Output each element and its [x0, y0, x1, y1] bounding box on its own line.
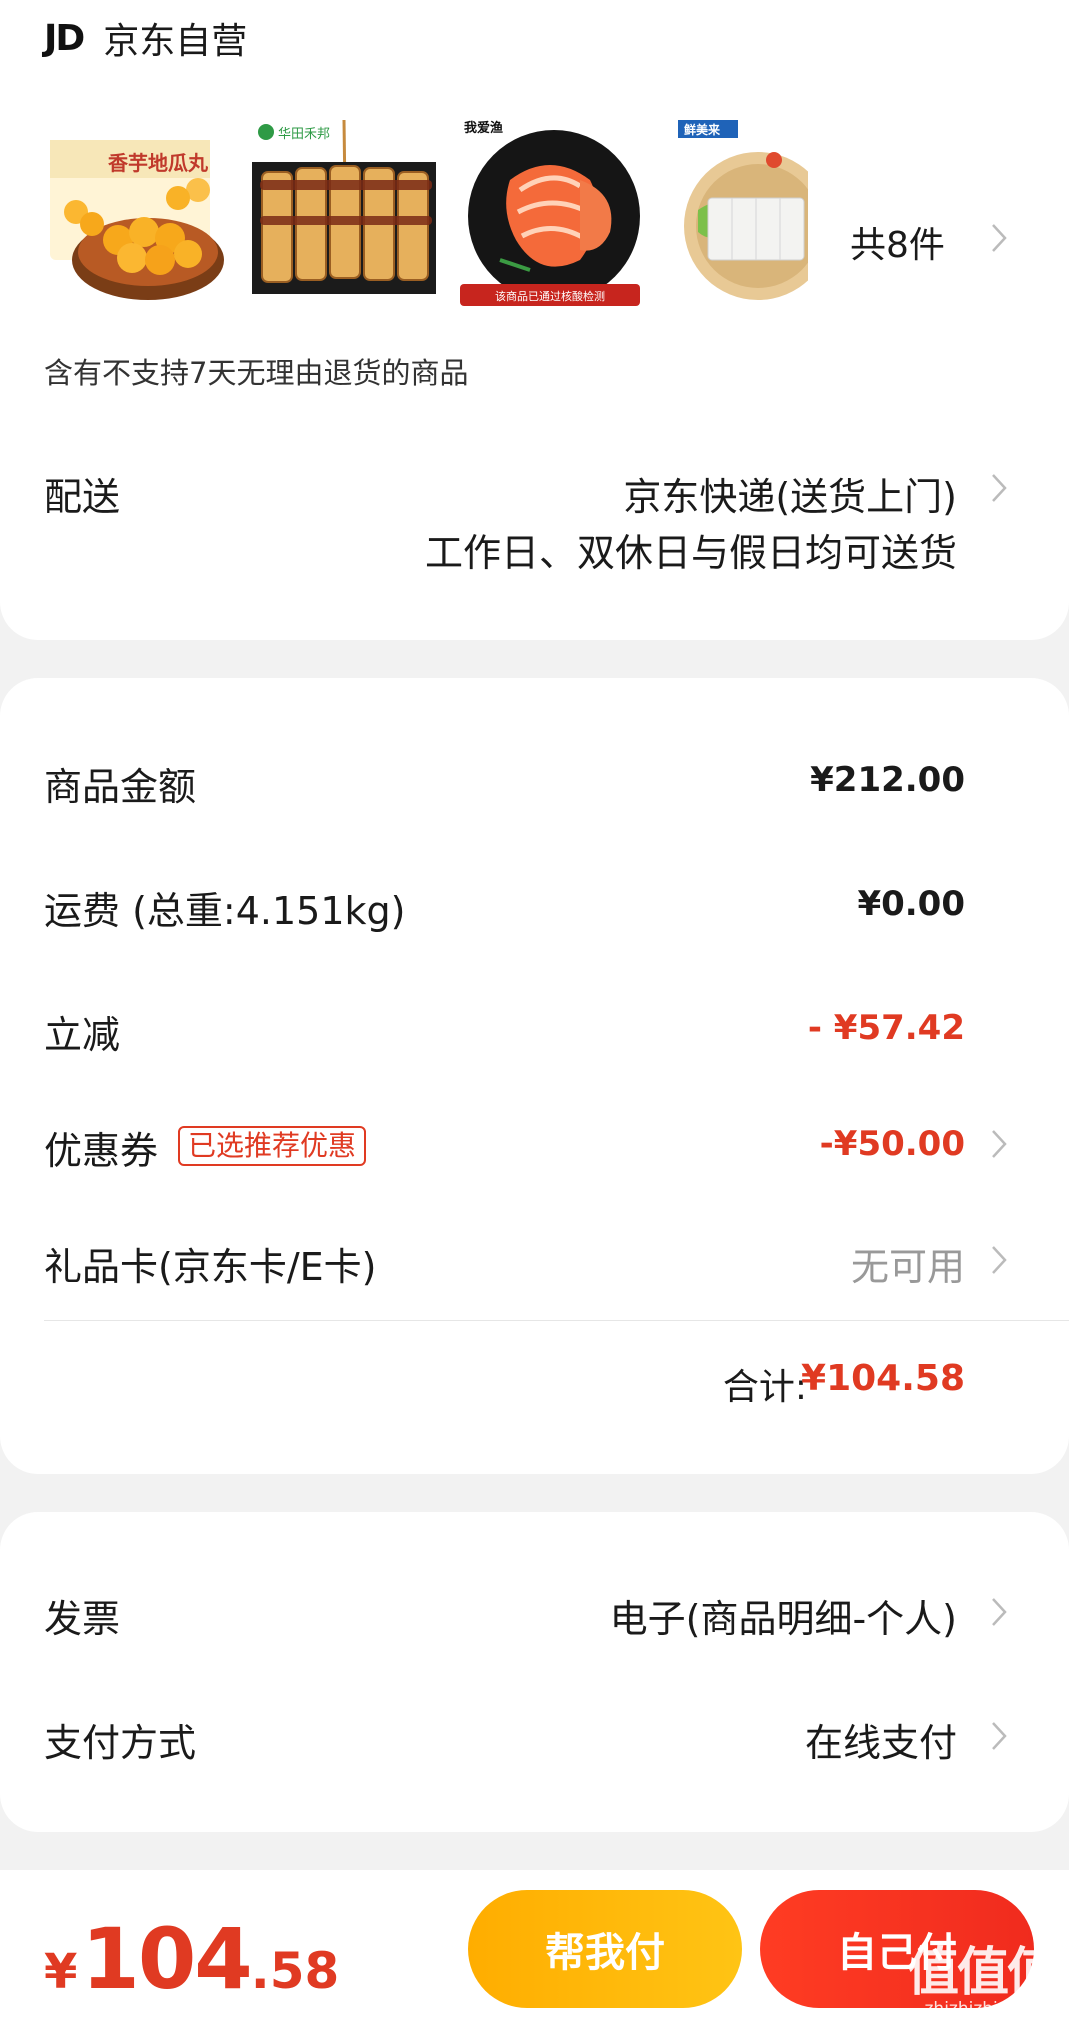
- price-decimal: .58: [250, 1942, 340, 2000]
- invoice-label[interactable]: 发票: [44, 1588, 120, 1643]
- payment-method-value[interactable]: 在线支付: [805, 1712, 957, 1767]
- chevron-right-icon[interactable]: [990, 1596, 1008, 1628]
- chevron-right-icon[interactable]: [990, 472, 1008, 504]
- store-header[interactable]: JD 京东自营: [44, 8, 247, 68]
- jd-logo: JD: [44, 17, 85, 59]
- watermark-url: zhizhizhi.com: [924, 1999, 1040, 2019]
- total-amount: ¥104.58: [801, 1358, 965, 1399]
- product-2-brand-text: 华田禾邦: [278, 127, 330, 142]
- goods-amount-value: ¥212.00: [810, 760, 965, 800]
- product-1-brand-text: 香芋地瓜丸: [108, 151, 209, 175]
- invoice-value[interactable]: 电子(商品明细-个人): [610, 1588, 957, 1643]
- product-thumb-2[interactable]: 华田禾邦: [252, 120, 442, 310]
- currency-symbol: ¥: [44, 1944, 78, 2000]
- delivery-label: 配送: [44, 475, 121, 519]
- checkout-page: JD 京东自营 香芋地瓜丸 华田禾邦 我爱渔 该商品已通过核酸检测 鲜美来 共8…: [0, 0, 1069, 2024]
- chevron-right-icon[interactable]: [990, 1128, 1008, 1160]
- goods-amount-label: 商品金额: [44, 765, 197, 809]
- item-count[interactable]: 共8件: [850, 216, 945, 268]
- chevron-right-icon[interactable]: [990, 1244, 1008, 1276]
- chevron-right-icon[interactable]: [990, 222, 1008, 254]
- payment-method-label[interactable]: 支付方式: [44, 1712, 196, 1767]
- summary-divider: [44, 1320, 1069, 1321]
- price-summary-card: 商品金额 ¥212.00 运费 (总重:4.151kg) ¥0.00 立减 - …: [0, 678, 1069, 1474]
- delivery-method[interactable]: 京东快递(送货上门): [623, 466, 957, 521]
- recommended-coupon-tag[interactable]: 已选推荐优惠: [178, 1126, 367, 1166]
- order-items-card: JD 京东自营 香芋地瓜丸 华田禾邦 我爱渔 该商品已通过核酸检测 鲜美来 共8…: [0, 0, 1069, 640]
- instant-discount-label: 立减: [44, 1013, 121, 1057]
- chevron-right-icon[interactable]: [990, 1720, 1008, 1752]
- product-4-brand-text: 鲜美来: [684, 122, 721, 137]
- coupon-label[interactable]: 优惠券: [44, 1120, 158, 1175]
- total-label: 合计:: [722, 1367, 807, 1408]
- product-thumb-1[interactable]: 香芋地瓜丸: [48, 120, 238, 310]
- instant-discount-value: - ¥57.42: [807, 1008, 965, 1048]
- watermark-logo: 值值值: [906, 1943, 1059, 2003]
- price-integer: 104: [81, 1910, 252, 2008]
- giftcard-value[interactable]: 无可用: [851, 1236, 965, 1291]
- site-watermark: 值值值 zhizhizhi.com: [906, 1930, 1059, 2019]
- final-price: ¥ 104 .58: [44, 1910, 339, 2008]
- delivery-schedule[interactable]: 工作日、双休日与假日均可送货: [425, 522, 957, 577]
- product-thumb-3[interactable]: 我爱渔 该商品已通过核酸检测: [460, 120, 650, 310]
- giftcard-label[interactable]: 礼品卡(京东卡/E卡): [44, 1236, 376, 1291]
- store-name: 京东自营: [103, 21, 248, 62]
- invoice-payment-card: 发票 电子(商品明细-个人) 支付方式 在线支付: [0, 1512, 1069, 1832]
- shipping-amount-value: ¥0.00: [857, 884, 965, 924]
- help-me-pay-button[interactable]: 帮我付: [468, 1890, 742, 2008]
- coupon-value[interactable]: -¥50.00: [820, 1124, 965, 1164]
- checkout-bottom-bar: ¥ 104 .58 帮我付 自己付 值值值 zhizhizhi.com: [0, 1870, 1069, 2024]
- product-thumb-4[interactable]: 鲜美来: [678, 120, 808, 310]
- product-3-brand-text: 我爱渔: [464, 120, 503, 136]
- product-3-check-text: 该商品已通过核酸检测: [495, 289, 605, 303]
- return-policy-notice: 含有不支持7天无理由退货的商品: [44, 356, 469, 390]
- shipping-label: 运费 (总重:4.151kg): [44, 889, 406, 933]
